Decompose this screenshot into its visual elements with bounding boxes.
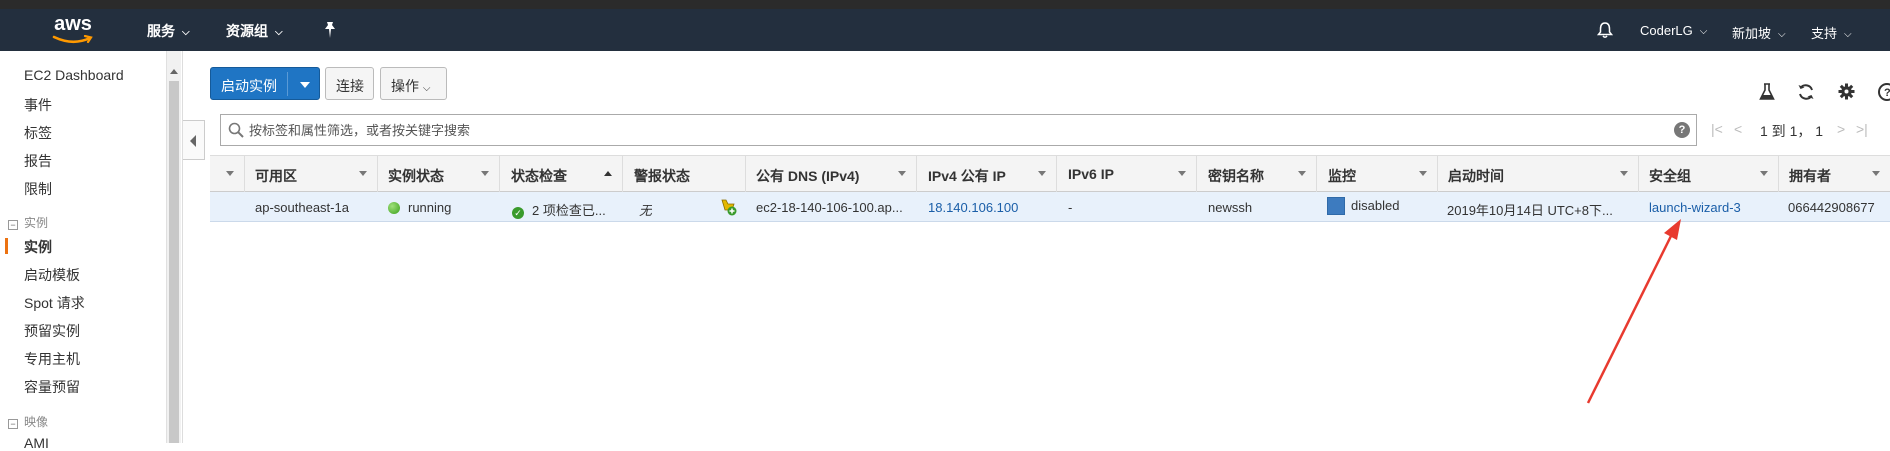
annotation-arrow (1586, 219, 1681, 404)
